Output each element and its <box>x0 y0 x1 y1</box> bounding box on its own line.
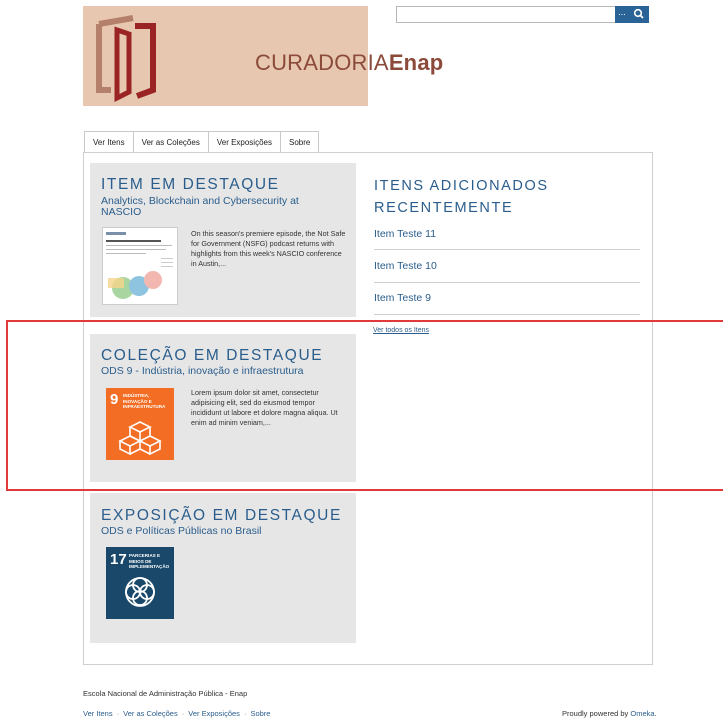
recent-heading-line1: ITENS ADICIONADOS <box>374 178 549 194</box>
search-submit-button[interactable] <box>629 6 649 23</box>
search-input[interactable] <box>396 6 618 23</box>
article-thumbnail-icon <box>106 232 173 299</box>
ods17-badge[interactable]: 17 PARCERIAS E MEIOS DE IMPLEMENTAÇÃO <box>102 545 178 623</box>
tab-ver-exposicoes[interactable]: Ver Exposições <box>207 131 281 153</box>
search-icon <box>633 8 644 19</box>
footer-separator: · <box>181 709 185 718</box>
footer-link-sobre[interactable]: Sobre <box>250 709 270 718</box>
powered-by: Proudly powered by Omeka. <box>562 709 657 718</box>
site-logo[interactable]: CURADORIAEnap <box>83 6 443 106</box>
footer-link-ver-exposicoes[interactable]: Ver Exposições <box>188 709 240 718</box>
search-options-button[interactable]: ... <box>615 6 629 23</box>
footer-link-ver-itens[interactable]: Ver Itens <box>83 709 113 718</box>
tab-ver-colecoes[interactable]: Ver as Coleções <box>132 131 209 153</box>
tab-ver-itens[interactable]: Ver Itens <box>84 131 134 153</box>
recent-item-link[interactable]: Item Teste 11 <box>374 228 640 240</box>
featured-item-heading: ITEM EM DESTAQUE <box>101 176 280 193</box>
footer-nav: Ver Itens · Ver as Coleções · Ver Exposições… <box>83 709 270 718</box>
featured-exhibit-panel: EXPOSIÇÃO EM DESTAQUE ODS e Políticas Pú… <box>90 493 356 643</box>
recent-divider <box>374 249 640 250</box>
recent-item-link[interactable]: Item Teste 9 <box>374 292 640 304</box>
recent-divider <box>374 314 640 315</box>
footer-link-ver-colecoes[interactable]: Ver as Coleções <box>123 709 178 718</box>
recent-heading-line2: RECENTEMENTE <box>374 200 514 216</box>
recent-divider <box>374 282 640 283</box>
powered-by-suffix: . <box>654 709 657 718</box>
featured-item-thumbnail[interactable] <box>102 227 178 305</box>
footer-org-text: Escola Nacional de Administração Pública… <box>83 689 248 698</box>
footer-separator: · <box>116 709 120 718</box>
recent-item-link[interactable]: Item Teste 10 <box>374 260 640 272</box>
featured-item-description: On this season's premiere episode, the N… <box>191 229 346 268</box>
highlight-box <box>6 320 723 491</box>
featured-exhibit-title[interactable]: ODS e Políticas Públicas no Brasil <box>101 526 341 537</box>
main-nav: Ver Itens Ver as Coleções Ver Exposições… <box>84 131 320 153</box>
footer-separator: · <box>243 709 247 718</box>
ods17-number: 17 <box>110 551 127 568</box>
featured-item-panel: ITEM EM DESTAQUE Analytics, Blockchain a… <box>90 163 356 317</box>
tab-sobre[interactable]: Sobre <box>279 131 320 153</box>
search-form: ... <box>396 6 653 23</box>
logo-frames-icon <box>96 15 156 102</box>
featured-item-title[interactable]: Analytics, Blockchain and Cybersecurity … <box>101 196 341 218</box>
powered-by-text: Proudly powered by <box>562 709 631 718</box>
omeka-link[interactable]: Omeka <box>630 709 654 718</box>
ods17-label: PARCERIAS E MEIOS DE IMPLEMENTAÇÃO <box>129 553 170 570</box>
featured-exhibit-heading: EXPOSIÇÃO EM DESTAQUE <box>101 507 342 524</box>
recent-items-heading: ITENS ADICIONADOS RECENTEMENTE <box>374 175 640 219</box>
logo-wordmark: CURADORIAEnap <box>255 50 444 75</box>
